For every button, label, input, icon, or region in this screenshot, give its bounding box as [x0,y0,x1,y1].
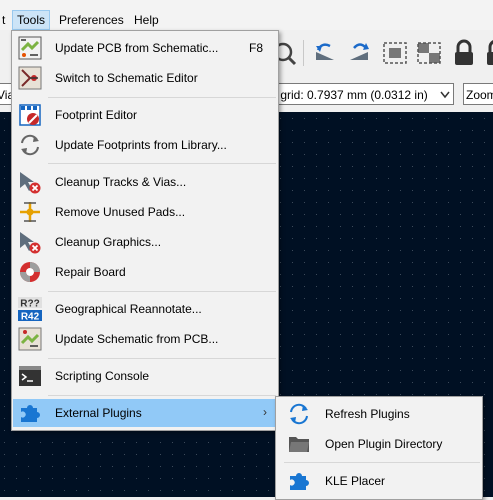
update-schematic-icon [18,327,42,351]
chevron-down-icon [440,84,450,104]
grid-select[interactable]: r grid: 0.7937 mm (0.0312 in) [270,83,454,105]
menu-edit-partial[interactable]: t [0,11,9,29]
menu-item-label: Refresh Plugins [325,407,410,421]
rotate-cw-icon[interactable] [344,38,374,68]
reannotate-icon-top-text: R?? [20,299,39,310]
puzzle-icon [18,401,42,425]
menu-item-update-pcb[interactable]: Update PCB from Schematic... F8 [13,34,277,62]
zoom-select-value: Zoom [466,88,493,102]
lock-icon[interactable] [449,38,479,68]
ungroup-icon[interactable] [414,38,444,68]
menu-item-label: Cleanup Tracks & Vias... [55,175,187,189]
menu-item-repair-board[interactable]: Repair Board [13,258,277,286]
menu-separator [284,462,480,463]
menu-item-cleanup-graphics[interactable]: Cleanup Graphics... [13,228,277,256]
toolbar-separator [303,40,304,66]
tools-menu: Update PCB from Schematic... F8 Switch t… [11,30,279,431]
reannotate-icon-bottom-text: R42 [21,312,40,322]
folder-icon [287,432,311,456]
menu-item-label: Scripting Console [55,369,150,383]
menu-item-label: External Plugins [55,406,142,420]
menu-item-label: Update PCB from Schematic... [55,41,219,55]
menu-item-update-footprints[interactable]: Update Footprints from Library... [13,131,277,159]
unlock-icon[interactable] [481,38,493,68]
menu-item-label: Cleanup Graphics... [55,235,162,249]
group-icon[interactable] [380,38,410,68]
menu-item-external-plugins[interactable]: External Plugins › [13,399,277,427]
menu-item-cleanup-tracks[interactable]: Cleanup Tracks & Vias... [13,168,277,196]
update-pcb-icon [18,36,42,60]
menu-help[interactable]: Help [130,11,163,29]
menu-item-remove-unused-pads[interactable]: Remove Unused Pads... [13,198,277,226]
menu-item-refresh-plugins[interactable]: Refresh Plugins [277,400,481,428]
menu-item-label: Remove Unused Pads... [55,205,186,219]
menu-preferences[interactable]: Preferences [55,11,128,29]
refresh-plugins-icon [287,402,311,426]
menu-item-switch-schematic[interactable]: Switch to Schematic Editor [13,64,277,92]
menu-item-label: Repair Board [55,265,126,279]
menu-separator [48,97,276,98]
menu-item-scripting-console[interactable]: Scripting Console [13,362,277,390]
menu-item-shortcut: F8 [248,41,263,55]
menu-item-label: Geographical Reannotate... [55,302,202,316]
menu-item-label: Update Schematic from PCB... [55,332,219,346]
refresh-icon [18,133,42,157]
chevron-right-icon: › [263,405,267,419]
menu-item-label: Footprint Editor [55,108,138,122]
reannotate-icon: R?? R42 [18,297,42,323]
remove-pads-icon [18,200,42,224]
menu-item-update-schematic[interactable]: Update Schematic from PCB... [13,325,277,353]
menu-item-open-plugin-directory[interactable]: Open Plugin Directory [277,430,481,458]
menu-item-label: KLE Placer [325,474,386,488]
menu-item-footprint-editor[interactable]: Footprint Editor [13,101,277,129]
schematic-editor-icon [18,66,42,90]
puzzle-icon [287,469,311,493]
menu-separator [48,395,276,396]
grid-select-value: r grid: 0.7937 mm (0.0312 in) [273,88,428,102]
rotate-ccw-icon[interactable] [310,38,340,68]
menu-separator [48,358,276,359]
menu-separator [48,291,276,292]
menu-item-label: Switch to Schematic Editor [55,71,198,85]
menu-item-label: Update Footprints from Library... [55,138,227,152]
cleanup-graphics-icon [18,230,42,254]
menu-item-geographical-reannotate[interactable]: R?? R42 Geographical Reannotate... [13,295,277,323]
menu-tools[interactable]: Tools [12,10,51,30]
menu-item-label: Open Plugin Directory [325,437,443,451]
menu-separator [48,163,276,164]
menu-bar: t Tools Preferences Help [0,0,493,30]
console-icon [18,364,42,388]
footprint-editor-icon [18,103,42,127]
menu-item-kle-placer[interactable]: KLE Placer [277,467,481,495]
cleanup-tracks-icon [18,170,42,194]
repair-board-icon [18,260,42,284]
zoom-select[interactable]: Zoom [463,83,493,105]
external-plugins-submenu: Refresh Plugins Open Plugin Directory KL… [275,396,483,500]
